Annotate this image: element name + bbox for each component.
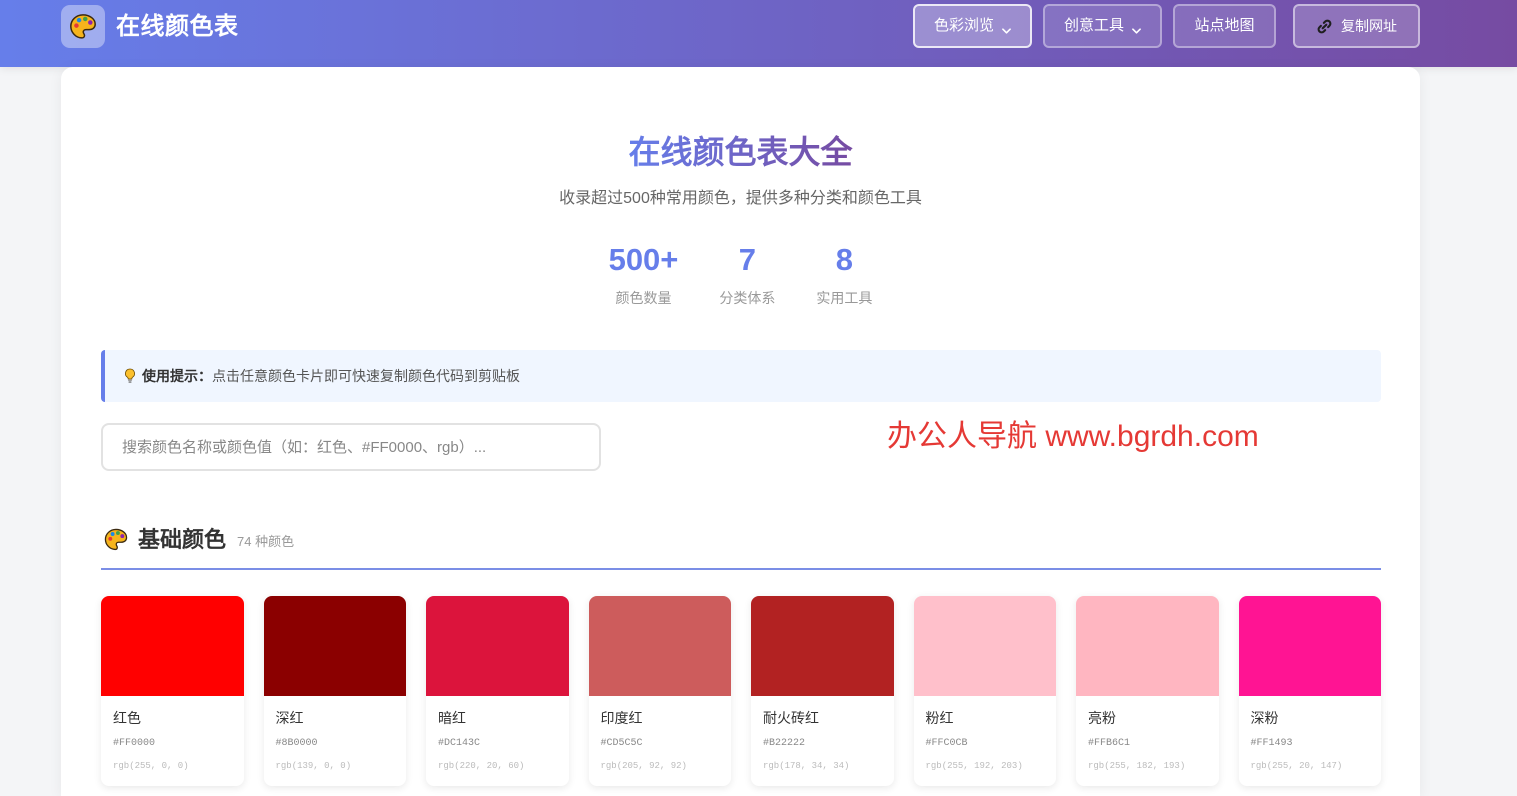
- page-subtitle: 收录超过500种常用颜色，提供多种分类和颜色工具: [559, 190, 922, 207]
- nav-creative-tools-button[interactable]: 创意工具: [1043, 4, 1162, 48]
- stat-label: 实用工具: [816, 290, 873, 306]
- section-count: 74 种颜色: [237, 533, 295, 549]
- palette-icon: [103, 527, 129, 553]
- logo-badge: [61, 5, 105, 48]
- color-rgb: rgb(255, 182, 193): [1088, 761, 1186, 771]
- stat-color-count: 500+ 颜色数量: [609, 242, 679, 307]
- color-rgb: rgb(255, 192, 203): [925, 761, 1023, 771]
- stat-category-count: 7 分类体系: [719, 242, 775, 307]
- site-title: 在线颜色表: [116, 13, 239, 40]
- color-hex: #CD5C5C: [600, 738, 643, 749]
- watermark-text: 办公人导航 www.bgrdh.com: [887, 420, 1259, 453]
- nav-sitemap-button[interactable]: 站点地图: [1173, 4, 1276, 48]
- color-swatch: [588, 596, 731, 696]
- main-card: 在线颜色表大全 收录超过500种常用颜色，提供多种分类和颜色工具 500+ 颜色…: [61, 67, 1420, 796]
- lightbulb-icon: [124, 368, 136, 384]
- color-name: 亮粉: [1088, 710, 1116, 726]
- color-swatch: [426, 596, 569, 696]
- nav-color-browse-button[interactable]: 色彩浏览: [913, 4, 1032, 48]
- color-rgb: rgb(220, 20, 60): [438, 761, 525, 771]
- color-rgb: rgb(139, 0, 0): [275, 761, 352, 771]
- color-card[interactable]: 深粉 #FF1493 rgb(255, 20, 147): [1238, 596, 1381, 786]
- link-icon: [1316, 18, 1333, 35]
- color-name: 印度红: [600, 710, 643, 726]
- color-swatch: [913, 596, 1056, 696]
- stats-row: 500+ 颜色数量 7 分类体系 8 实用工具: [61, 242, 1420, 307]
- nav-label: 复制网址: [1341, 18, 1397, 34]
- color-name: 红色: [113, 710, 141, 726]
- color-card[interactable]: 印度红 #CD5C5C rgb(205, 92, 92): [588, 596, 731, 786]
- color-card[interactable]: 暗红 #DC143C rgb(220, 20, 60): [426, 596, 569, 786]
- chevron-down-icon: [1002, 28, 1011, 34]
- section-header: 基础颜色 74 种颜色: [101, 525, 1381, 555]
- color-hex: #FF0000: [113, 738, 156, 749]
- color-swatch: [263, 596, 406, 696]
- nav-label: 站点地图: [1194, 17, 1255, 34]
- color-hex: #8B0000: [275, 738, 318, 749]
- top-header: 在线颜色表 色彩浏览 创意工具 站点地图 复制网址: [0, 0, 1517, 67]
- section-divider: [101, 568, 1381, 570]
- stat-tool-count: 8 实用工具: [816, 242, 872, 307]
- color-card[interactable]: 耐火砖红 #B22222 rgb(178, 34, 34): [751, 596, 894, 786]
- color-card[interactable]: 深红 #8B0000 rgb(139, 0, 0): [263, 596, 406, 786]
- color-hex: #FFC0CB: [925, 738, 968, 749]
- color-rgb: rgb(255, 0, 0): [113, 761, 189, 771]
- hero: 在线颜色表大全: [61, 132, 1420, 172]
- section-title: 基础颜色: [138, 527, 227, 552]
- nav-label: 色彩浏览: [933, 17, 994, 34]
- chevron-down-icon: [1132, 28, 1141, 34]
- stat-value: 7: [738, 242, 757, 277]
- nav-label: 创意工具: [1063, 17, 1124, 34]
- color-name: 深红: [275, 710, 304, 726]
- color-rgb: rgb(205, 92, 92): [600, 761, 687, 771]
- color-rgb: rgb(255, 20, 147): [1250, 761, 1343, 771]
- color-hex: #DC143C: [438, 738, 481, 749]
- color-hex: #FF1493: [1250, 738, 1293, 749]
- color-swatch: [1238, 596, 1381, 696]
- copy-url-button[interactable]: 复制网址: [1293, 4, 1420, 48]
- color-card[interactable]: 粉红 #FFC0CB rgb(255, 192, 203): [913, 596, 1056, 786]
- usage-tip: 使用提示： 点击任意颜色卡片即可快速复制颜色代码到剪贴板: [101, 350, 1381, 402]
- color-name: 粉红: [925, 710, 954, 726]
- color-rgb: rgb(178, 34, 34): [763, 761, 850, 771]
- color-card[interactable]: 红色 #FF0000 rgb(255, 0, 0): [101, 596, 244, 786]
- color-name: 深粉: [1250, 710, 1279, 726]
- color-card[interactable]: 亮粉 #FFB6C1 rgb(255, 182, 193): [1076, 596, 1219, 786]
- color-swatch: [1076, 596, 1219, 696]
- color-hex: #B22222: [763, 738, 806, 749]
- color-swatch: [751, 596, 894, 696]
- color-hex: #FFB6C1: [1088, 738, 1131, 749]
- palette-icon: [70, 13, 96, 39]
- color-swatch: [101, 596, 244, 696]
- color-name: 耐火砖红: [763, 710, 819, 726]
- tip-label: 使用提示：: [142, 368, 212, 384]
- stat-label: 颜色数量: [615, 290, 672, 306]
- stat-value: 8: [835, 242, 854, 277]
- color-card-grid: 红色 #FF0000 rgb(255, 0, 0) 深红 #8B0000 rgb…: [101, 596, 1381, 786]
- tip-text: 点击任意颜色卡片即可快速复制颜色代码到剪贴板: [212, 368, 520, 384]
- stat-value: 500+: [608, 242, 679, 277]
- page-title: 在线颜色表大全: [628, 134, 853, 170]
- search-input[interactable]: [101, 423, 601, 471]
- color-name: 暗红: [438, 710, 466, 726]
- stat-label: 分类体系: [719, 290, 776, 306]
